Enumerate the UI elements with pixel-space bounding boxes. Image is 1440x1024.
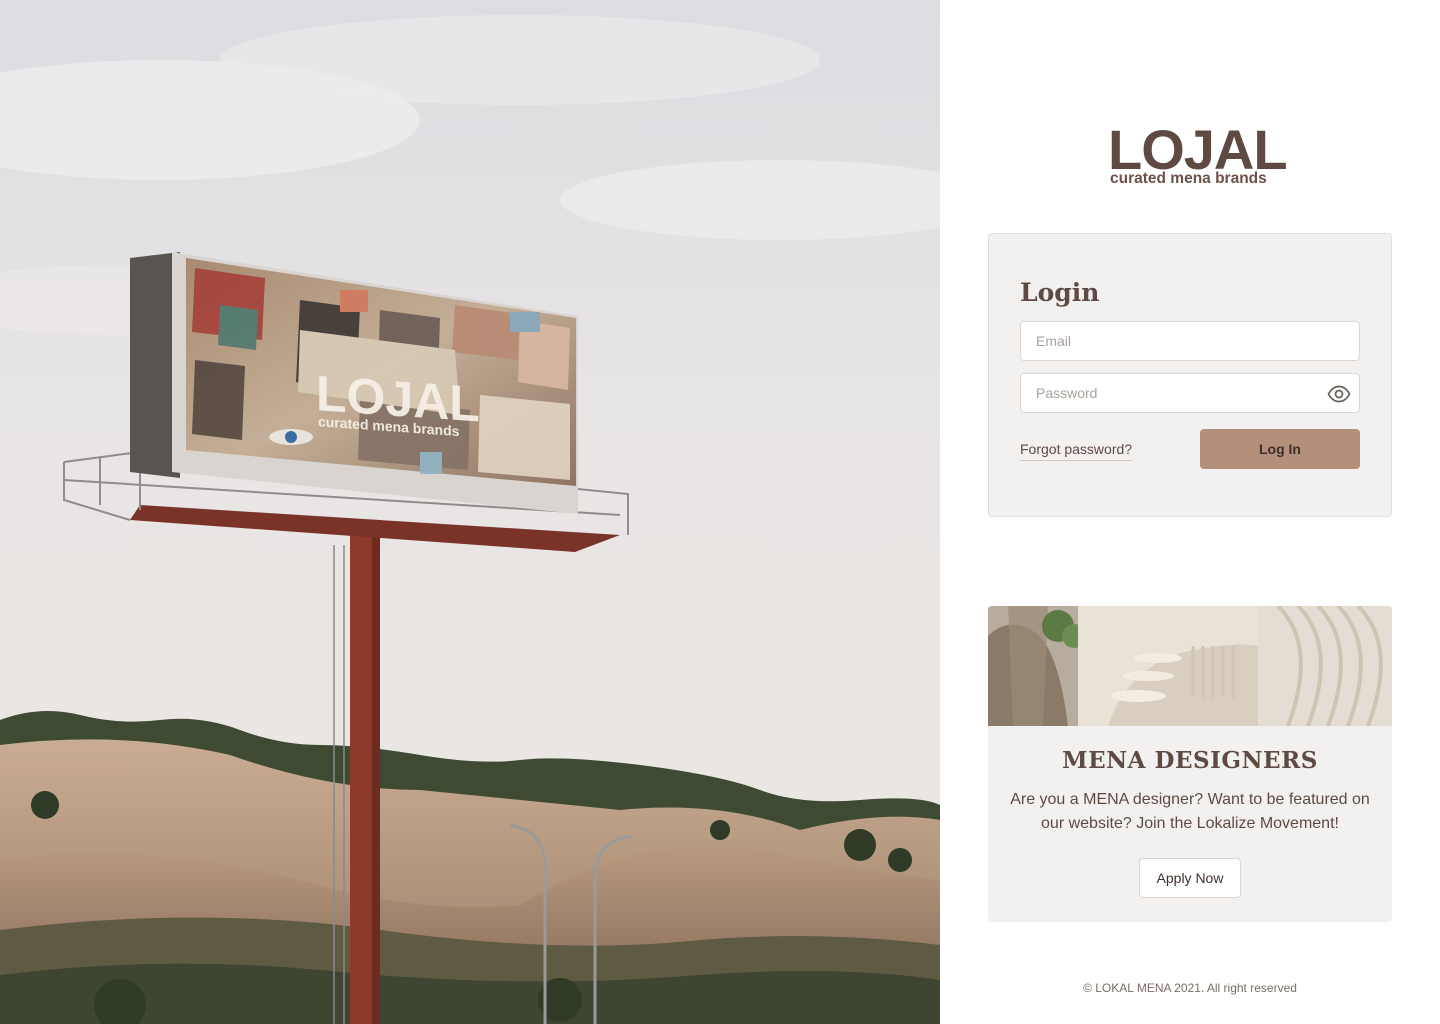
login-title: Login [1020, 278, 1100, 307]
forgot-password-link[interactable]: Forgot password? [1020, 440, 1133, 461]
password-field-wrapper [1020, 373, 1360, 413]
billboard-landscape-image: LOJAL curated mena brands [0, 0, 940, 1024]
hero-photo: LOJAL curated mena brands [0, 0, 940, 1024]
designers-card: MENA DESIGNERS Are you a MENA designer? … [988, 606, 1392, 922]
password-field[interactable] [1021, 374, 1359, 412]
auth-panel: LOJAL curated mena brands Login Forgot p… [940, 0, 1440, 1024]
log-in-button[interactable]: Log In [1200, 429, 1360, 469]
login-card: Login Forgot password? Log In [988, 233, 1392, 517]
designers-title: MENA DESIGNERS [1062, 747, 1318, 774]
brand-tagline: curated mena brands [1110, 170, 1267, 187]
designers-description: Are you a MENA designer? Want to be feat… [1010, 791, 1370, 832]
designers-banner-image [988, 606, 1392, 726]
apply-now-button[interactable]: Apply Now [1139, 858, 1241, 898]
footer-copyright: © LOKAL MENA 2021. All right reserved [1083, 981, 1297, 995]
email-field-wrapper [1020, 321, 1360, 361]
eye-icon[interactable] [1327, 382, 1351, 406]
email-field[interactable] [1021, 322, 1359, 360]
brand-logo[interactable]: LOJAL curated mena brands [1108, 122, 1288, 190]
